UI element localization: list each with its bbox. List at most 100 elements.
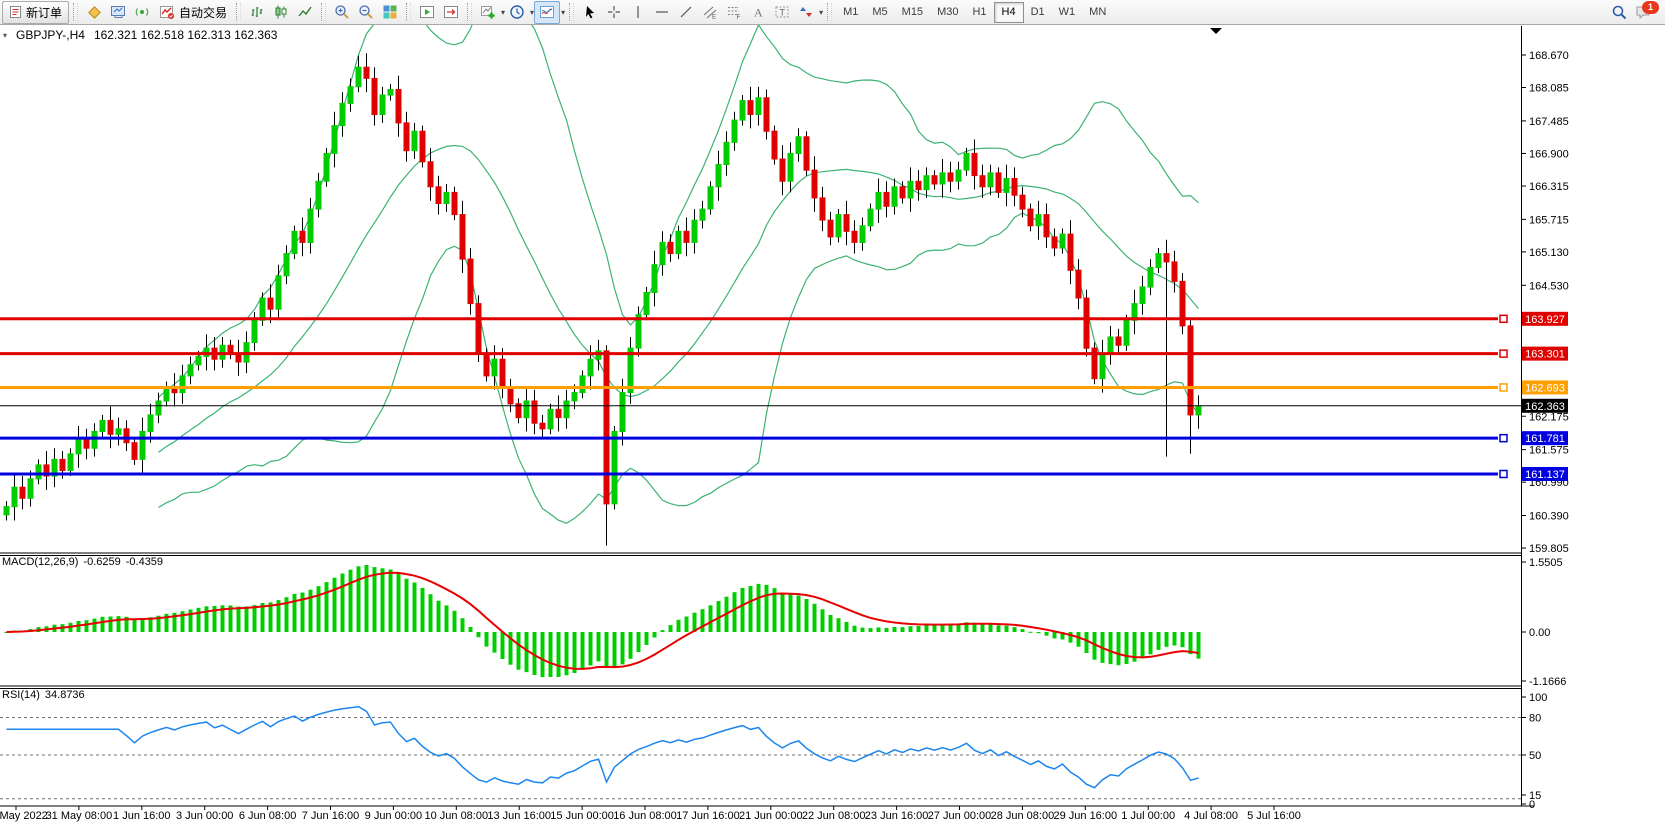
- macd-value: -0.6259: [83, 556, 120, 568]
- tab-timeframe-m5[interactable]: M5: [865, 3, 894, 22]
- rsi-axis: 1008050150: [1521, 692, 1547, 811]
- macd-name: MACD(12,26,9): [2, 556, 78, 568]
- rsi-value: 34.8736: [45, 689, 85, 701]
- periods-icon[interactable]: [505, 2, 529, 23]
- level-line-anchor: [1500, 470, 1507, 477]
- chart-shift-icon[interactable]: [439, 2, 463, 23]
- svg-text:161.781: 161.781: [1525, 433, 1565, 445]
- bar-chart-icon[interactable]: [245, 2, 269, 23]
- svg-text:162.363: 162.363: [1525, 401, 1565, 413]
- search-icon[interactable]: [1607, 2, 1631, 23]
- tab-timeframe-h4[interactable]: H4: [994, 2, 1024, 23]
- level-line-anchor: [1500, 384, 1507, 391]
- arrows-dropdown-icon[interactable]: ▾: [819, 8, 823, 17]
- svg-text:163.301: 163.301: [1525, 349, 1565, 361]
- indicators-icon[interactable]: [476, 2, 500, 23]
- svg-text:166.900: 166.900: [1529, 148, 1569, 160]
- svg-text:-1.1666: -1.1666: [1529, 676, 1566, 688]
- toolbar-grip: [236, 3, 241, 21]
- time-axis: 30 May 202231 May 08:001 Jun 16:003 Jun …: [0, 806, 1301, 822]
- svg-text:161.137: 161.137: [1525, 469, 1565, 481]
- tab-timeframe-m15[interactable]: M15: [895, 3, 930, 22]
- rsi-name: RSI(14): [2, 689, 40, 701]
- svg-text:A: A: [754, 6, 763, 20]
- svg-text:164.530: 164.530: [1529, 280, 1569, 292]
- chart-canvas[interactable]: 168.670168.085167.485166.900166.315165.7…: [0, 0, 1665, 826]
- macd-signal-value: -0.4359: [126, 556, 163, 568]
- axes-frame: [0, 26, 1534, 806]
- svg-text:50: 50: [1529, 750, 1541, 762]
- profiles-icon[interactable]: [106, 2, 130, 23]
- trendline-icon[interactable]: [674, 2, 698, 23]
- svg-text:1 Jul 00:00: 1 Jul 00:00: [1121, 810, 1175, 822]
- bollinger-bands: [159, 0, 1199, 523]
- auto-trading-label: 自动交易: [179, 4, 227, 21]
- svg-text:17 Jun 16:00: 17 Jun 16:00: [676, 810, 740, 822]
- tab-timeframe-d1[interactable]: D1: [1024, 3, 1052, 22]
- svg-text:9 Jun 00:00: 9 Jun 00:00: [365, 810, 423, 822]
- svg-text:27 Jun 00:00: 27 Jun 00:00: [928, 810, 992, 822]
- top-toolbar: 新订单 自动交易: [0, 0, 1665, 25]
- equidistant-channel-icon[interactable]: E: [698, 2, 722, 23]
- svg-text:31 May 08:00: 31 May 08:00: [46, 810, 113, 822]
- arrows-icon[interactable]: [794, 2, 818, 23]
- svg-text:0.00: 0.00: [1529, 627, 1550, 639]
- svg-text:165.130: 165.130: [1529, 247, 1569, 259]
- svg-text:162.175: 162.175: [1529, 411, 1569, 423]
- terminal-window: 168.670168.085167.485166.900166.315165.7…: [0, 0, 1665, 826]
- cursor-icon[interactable]: [578, 2, 602, 23]
- fibonacci-icon[interactable]: F: [722, 2, 746, 23]
- tab-timeframe-h1[interactable]: H1: [965, 3, 993, 22]
- svg-text:6 Jun 08:00: 6 Jun 08:00: [239, 810, 297, 822]
- candlestick-icon[interactable]: [269, 2, 293, 23]
- rsi-label: RSI(14) 34.8736: [2, 689, 85, 701]
- svg-text:161.575: 161.575: [1529, 445, 1569, 457]
- svg-text:10 Jun 08:00: 10 Jun 08:00: [424, 810, 488, 822]
- line-chart-icon[interactable]: [293, 2, 317, 23]
- toolbar-grip: [406, 3, 411, 21]
- new-order-icon: [9, 5, 22, 19]
- tile-windows-icon[interactable]: [378, 2, 402, 23]
- text-label-icon[interactable]: T: [770, 2, 794, 23]
- svg-text:162.693: 162.693: [1525, 382, 1565, 394]
- svg-text:163.927: 163.927: [1525, 314, 1565, 326]
- level-line-anchor: [1500, 435, 1507, 442]
- tab-timeframe-m1[interactable]: M1: [836, 3, 865, 22]
- templates-icon[interactable]: [534, 1, 560, 24]
- tab-timeframe-w1[interactable]: W1: [1052, 3, 1083, 22]
- zoom-out-icon[interactable]: [354, 2, 378, 23]
- vertical-line-icon[interactable]: [626, 2, 650, 23]
- toolbar-grip: [827, 3, 832, 21]
- new-chart-icon[interactable]: [82, 2, 106, 23]
- svg-text:168.670: 168.670: [1529, 50, 1569, 62]
- svg-text:166.315: 166.315: [1529, 181, 1569, 193]
- svg-text:165.715: 165.715: [1529, 214, 1569, 226]
- toolbar-grip: [467, 3, 472, 21]
- chart-title: ▾ GBPJPY-,H4 162.321 162.518 162.313 162…: [3, 28, 277, 42]
- auto-trading-button[interactable]: 自动交易: [154, 2, 232, 23]
- chart-dropdown-icon[interactable]: ▾: [3, 31, 7, 40]
- new-order-label: 新订单: [26, 4, 62, 21]
- crosshair-icon[interactable]: [602, 2, 626, 23]
- tab-timeframe-mn[interactable]: MN: [1082, 3, 1113, 22]
- svg-text:167.485: 167.485: [1529, 116, 1569, 128]
- toolbar-right: 1: [1607, 2, 1657, 23]
- toolbar-grip: [321, 3, 326, 21]
- svg-text:4 Jul 08:00: 4 Jul 08:00: [1184, 810, 1238, 822]
- templates-dropdown-icon[interactable]: ▾: [561, 8, 565, 17]
- market-watch-icon[interactable]: [130, 2, 154, 23]
- auto-trading-icon: [159, 5, 175, 20]
- text-icon[interactable]: A: [746, 2, 770, 23]
- auto-scroll-icon[interactable]: [415, 2, 439, 23]
- notifications-icon[interactable]: 1: [1631, 2, 1657, 23]
- zoom-in-icon[interactable]: [330, 2, 354, 23]
- new-order-button[interactable]: 新订单: [2, 1, 69, 24]
- level-line-anchor: [1500, 350, 1507, 357]
- horizontal-line-icon[interactable]: [650, 2, 674, 23]
- tab-timeframe-m30[interactable]: M30: [930, 3, 965, 22]
- svg-text:7 Jun 16:00: 7 Jun 16:00: [302, 810, 360, 822]
- svg-text:23 Jun 16:00: 23 Jun 16:00: [865, 810, 929, 822]
- level-line-anchor: [1500, 315, 1507, 322]
- symbol-period-label: GBPJPY-,H4: [16, 28, 85, 42]
- notification-count-badge: 1: [1642, 1, 1659, 14]
